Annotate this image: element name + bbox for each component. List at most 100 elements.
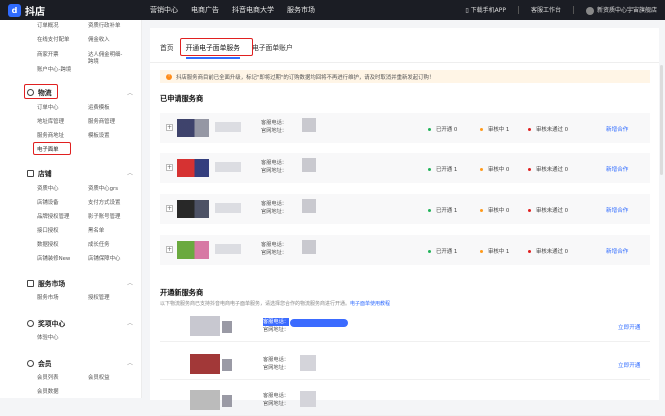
open-now-button[interactable]: 立即开通 [618, 323, 640, 331]
chevron-up-icon[interactable]: ︿ [127, 358, 133, 367]
chevron-up-icon[interactable]: ︿ [127, 88, 133, 97]
logo[interactable]: d 抖店 [8, 3, 45, 18]
new-provider-row: 客服电话： 官网地址： 立即开通 [160, 350, 650, 380]
nav-service-market[interactable]: 服务市场 [287, 5, 315, 15]
contact-blur [300, 355, 316, 371]
add-cooperation-button[interactable]: 新增合作 [606, 247, 628, 255]
sidebar-item[interactable]: 店铺设备 [37, 198, 59, 206]
top-nav: 营销中心 电商广告 抖音电商大学 服务市场 [150, 5, 315, 15]
phone-label: 客服电话： [261, 201, 287, 207]
tutorial-link[interactable]: 电子面单使用教程 [350, 301, 390, 307]
shop-menu[interactable]: 新资质中心宇宙旗舰店 [585, 5, 657, 15]
sidebar-item[interactable]: 资质中心 [37, 184, 59, 192]
status-dot [480, 127, 483, 131]
sidebar-item[interactable]: 会员权益 [88, 373, 110, 381]
status-auditing: 审核中 0 [480, 165, 509, 173]
expand-icon[interactable]: + [166, 246, 173, 253]
sidebar-item[interactable]: 模板设置 [88, 131, 110, 139]
sidebar-item[interactable]: 在线支付配单 [37, 35, 69, 43]
warning-icon: ! [166, 73, 172, 80]
chevron-up-icon[interactable]: ︿ [127, 318, 133, 327]
sidebar-item[interactable]: 订单中心 [37, 103, 59, 111]
chevron-up-icon[interactable]: ︿ [127, 278, 133, 287]
sidebar-item[interactable]: 影子账号管理 [88, 212, 120, 220]
open-now-button[interactable]: 立即开通 [618, 361, 640, 369]
expand-icon[interactable]: + [166, 164, 173, 171]
download-app-label: 下载手机APP [470, 7, 506, 15]
sidebar-item[interactable]: 服务商管理 [88, 117, 115, 125]
phone-label: 客服电话： [261, 160, 287, 166]
sidebar-item-continued: 跨境 [88, 59, 99, 65]
doudian-logo-icon: d [8, 4, 21, 17]
add-cooperation-button[interactable]: 新增合作 [606, 165, 628, 173]
provider-logo [190, 390, 220, 410]
download-app-link[interactable]: ▯ 下载手机APP [465, 5, 506, 14]
add-cooperation-button[interactable]: 新增合作 [606, 206, 628, 214]
nav-marketing[interactable]: 营销中心 [150, 5, 178, 15]
status-dot [528, 208, 531, 212]
store-icon [27, 169, 34, 177]
sidebar-item[interactable]: 资质行政补单 [88, 21, 120, 29]
sidebar-group-logistics[interactable]: 物流 [27, 87, 52, 97]
group-title: 服务市场 [38, 280, 66, 288]
nav-ads[interactable]: 电商广告 [191, 5, 219, 15]
expand-icon[interactable]: + [166, 205, 173, 212]
sidebar-item[interactable]: 体验中心 [37, 333, 59, 341]
contact-info: 客服电话： 官网地址： [261, 200, 287, 216]
sidebar-group-member[interactable]: 会员 [27, 358, 52, 368]
sidebar-item[interactable]: 授权管理 [88, 293, 110, 301]
sidebar-item[interactable]: 运费模板 [88, 103, 110, 111]
sidebar-item[interactable]: 会员数据 [37, 387, 59, 395]
chevron-up-icon[interactable]: ︿ [127, 168, 133, 177]
status-opened: 已开通 0 [428, 125, 457, 133]
status-text: 审核未通过 0 [536, 208, 569, 214]
sidebar-item[interactable]: 黑名单 [88, 226, 104, 234]
workbench-link[interactable]: 客服工作台 [531, 5, 561, 14]
sidebar-item[interactable]: 服务市场 [37, 293, 59, 301]
sidebar-item[interactable]: 账户中心-跨境 [37, 65, 71, 73]
expand-icon[interactable]: + [166, 124, 173, 131]
sidebar-item[interactable]: 佣金收入 [88, 35, 110, 43]
provider-logo [177, 119, 209, 137]
sidebar-item[interactable]: 数据授权 [37, 240, 59, 248]
status-text: 审核未通过 0 [536, 249, 569, 255]
sidebar-group-service-market[interactable]: 服务市场 [27, 278, 65, 288]
status-opened: 已开通 1 [428, 247, 457, 255]
status-text: 审核中 1 [488, 127, 510, 133]
new-section-desc: 以下物流服务商已支持抖音电商电子面单服务，请选择您合作的物流服务商进行开通。电子… [160, 300, 390, 307]
phone-label: 客服电话： [261, 120, 287, 126]
sidebar-item[interactable]: 商家开票 [37, 50, 59, 58]
status-auditing: 审核中 0 [480, 206, 509, 214]
tab-waybill-account[interactable]: 电子面单账户 [252, 42, 293, 59]
sidebar-item-electronic-waybill[interactable]: 电子面单 [37, 145, 59, 153]
provider-name-blur [215, 244, 241, 254]
status-opened: 已开通 1 [428, 206, 457, 214]
contact-info: 客服电话： 官网地址： [263, 318, 289, 334]
contact-info: 客服电话： 官网地址： [261, 119, 287, 135]
provider-name-blur [215, 162, 241, 172]
tab-home[interactable]: 首页 [160, 42, 174, 59]
status-dot [528, 167, 531, 171]
status-text: 已开通 1 [436, 249, 458, 255]
add-cooperation-button[interactable]: 新增合作 [606, 125, 628, 133]
sidebar-item[interactable]: 订单概况 [37, 21, 59, 29]
sidebar-item[interactable]: 地址库管理 [37, 117, 64, 125]
sidebar-item[interactable]: 店铺装修New [37, 254, 70, 262]
group-title: 店铺 [38, 170, 52, 178]
sidebar-item[interactable]: 成长任务 [88, 240, 110, 248]
status-dot [428, 127, 431, 131]
nav-university[interactable]: 抖音电商大学 [232, 5, 274, 15]
sidebar-item[interactable]: 资质中心grs [88, 184, 118, 192]
sidebar-group-award[interactable]: 奖项中心 [27, 318, 65, 328]
sidebar-item[interactable]: 支付方式设置 [88, 198, 120, 206]
scrollbar[interactable] [660, 65, 663, 175]
provider-logo-part [222, 321, 232, 333]
sidebar-group-store[interactable]: 店铺 [27, 168, 52, 178]
sidebar-item[interactable]: 接口授权 [37, 226, 59, 234]
sidebar-item[interactable]: 会员列表 [37, 373, 59, 381]
sidebar-item[interactable]: 服务商地址 [37, 131, 64, 139]
main-content: 首页 开通电子面单服务 电子面单账户 ! 抖店服务商目前已全面升级，标记"即将过… [142, 20, 665, 416]
sidebar-item[interactable]: 品牌授权管理 [37, 212, 69, 220]
status-dot [480, 208, 483, 212]
sidebar-item[interactable]: 店铺保障中心 [88, 254, 120, 262]
